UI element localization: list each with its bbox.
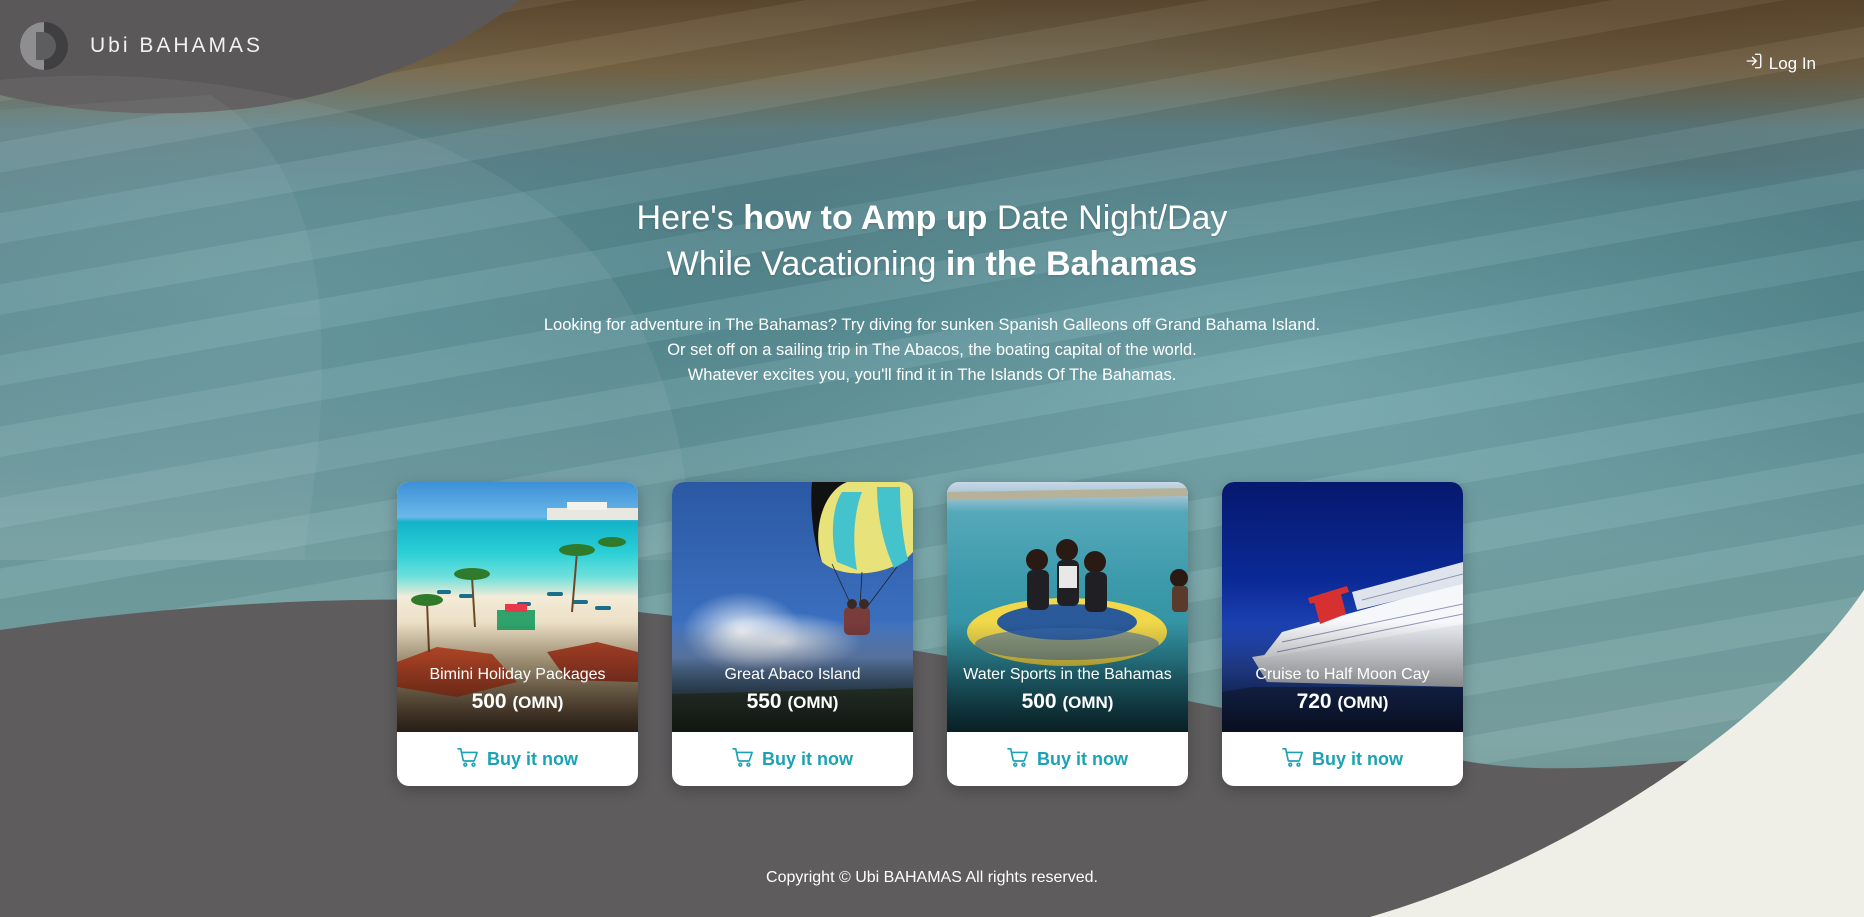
login-link[interactable]: Log In xyxy=(1745,52,1816,75)
hero-description-line: Whatever excites you, you'll find it in … xyxy=(687,366,1177,384)
cart-icon xyxy=(1007,747,1029,772)
brand-name: Ubi BAHAMAS xyxy=(90,34,264,57)
buy-now-button[interactable]: Buy it now xyxy=(947,732,1188,786)
footer-copyright: Copyright © Ubi BAHAMAS All rights reser… xyxy=(766,869,1098,886)
package-title: Bimini Holiday Packages xyxy=(429,666,606,683)
buy-now-button[interactable]: Buy it now xyxy=(1222,732,1463,786)
buy-now-label: Buy it now xyxy=(762,748,853,769)
package-price: 500 (OMN) xyxy=(471,690,564,713)
buy-now-label: Buy it now xyxy=(1312,748,1403,769)
package-card: Bimini Holiday Packages 500 (OMN) Buy it… xyxy=(397,482,638,786)
package-image-cruise-ship: Cruise to Half Moon Cay 720 (OMN) xyxy=(1222,482,1463,732)
package-image-beach-resort: Bimini Holiday Packages 500 (OMN) xyxy=(397,482,638,732)
hero-description: Looking for adventure in The Bahamas? Tr… xyxy=(0,313,1864,388)
hero-description-line: Or set off on a sailing trip in The Abac… xyxy=(667,341,1197,359)
package-image-tube-riders: Water Sports in the Bahamas 500 (OMN) xyxy=(947,482,1188,732)
buy-now-label: Buy it now xyxy=(487,748,578,769)
package-price: 720 (OMN) xyxy=(1296,690,1389,713)
package-cards: Bimini Holiday Packages 500 (OMN) Buy it… xyxy=(397,482,1463,786)
login-label: Log In xyxy=(1768,53,1816,73)
package-title: Water Sports in the Bahamas xyxy=(963,666,1172,683)
package-card: Water Sports in the Bahamas 500 (OMN) Bu… xyxy=(947,482,1188,786)
package-image-parasailing: Great Abaco Island 550 (OMN) xyxy=(672,482,913,732)
buy-now-label: Buy it now xyxy=(1037,748,1128,769)
logo-icon xyxy=(20,22,68,70)
cart-icon xyxy=(1282,747,1304,772)
hero-title: Here's how to Amp up Date Night/Day Whil… xyxy=(636,199,1228,283)
package-price: 550 (OMN) xyxy=(746,690,839,713)
cart-icon xyxy=(457,747,479,772)
package-title: Great Abaco Island xyxy=(724,666,861,683)
brand-logo[interactable]: Ubi BAHAMAS xyxy=(20,22,263,70)
hero-section: Here's how to Amp up Date Night/Day Whil… xyxy=(0,195,1864,388)
package-card: Cruise to Half Moon Cay 720 (OMN) Buy it… xyxy=(1222,482,1463,786)
login-icon xyxy=(1745,52,1763,75)
package-card: Great Abaco Island 550 (OMN) Buy it now xyxy=(672,482,913,786)
package-title: Cruise to Half Moon Cay xyxy=(1255,666,1430,683)
cart-icon xyxy=(732,747,754,772)
package-price: 500 (OMN) xyxy=(1021,690,1114,713)
hero-description-line: Looking for adventure in The Bahamas? Tr… xyxy=(543,316,1321,334)
buy-now-button[interactable]: Buy it now xyxy=(397,732,638,786)
buy-now-button[interactable]: Buy it now xyxy=(672,732,913,786)
